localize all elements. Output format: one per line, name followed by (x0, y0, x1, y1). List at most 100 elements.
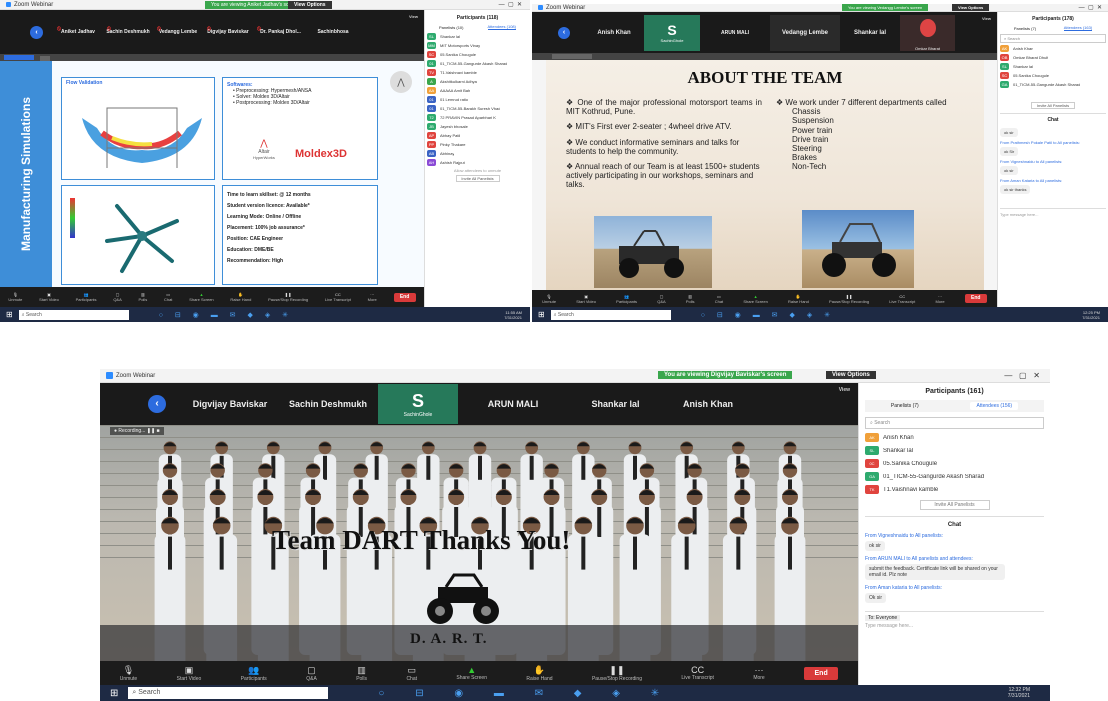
participant-row[interactable]: AK Anish Khan (865, 433, 1044, 442)
taskbar-apps[interactable]: ○ ⊟ ◉ ▬ ✉ ◆ ◈ ✳ (159, 311, 293, 319)
video-tile[interactable]: ARUN MALI (458, 399, 568, 409)
participant-row[interactable]: PP Pinky Thakare (427, 141, 528, 148)
participant-row[interactable]: GA 01_TICM-55-Gangurde Akash Sharad (1000, 81, 1106, 88)
end-button[interactable]: End (804, 666, 839, 680)
video-tile[interactable]: Anish Khan (584, 30, 644, 36)
tab-attendees[interactable]: Attendees (163) (1063, 25, 1093, 31)
participants-button[interactable]: 👥 Participants (241, 665, 267, 682)
invite-panelists-button[interactable]: Invite All Panelists (919, 500, 990, 510)
participant-row[interactable]: AK Anish Khan (1000, 45, 1106, 52)
participant-row[interactable]: 01 01_TICM-55-Gangurde Akash Sharad (427, 60, 528, 67)
tab-attendees[interactable]: Attendees (108) (487, 24, 516, 30)
video-tile[interactable]: ARUN MALI (700, 30, 770, 36)
tab-panelists[interactable]: Panelists (7) (891, 403, 919, 409)
window-controls[interactable]: — ▢ ✕ (499, 1, 522, 8)
share-screen-button[interactable]: ▲ Share Screen (189, 292, 213, 302)
polls-button[interactable]: ▥ Polls (686, 294, 695, 304)
video-tile[interactable]: Vedangg Lembe ⦸ (153, 26, 203, 35)
unmute-button[interactable]: 🎙 Unmute (8, 292, 22, 302)
participants-button[interactable]: 👥 Participants (76, 292, 97, 302)
share-screen-button[interactable]: ▲ Share Screen (456, 665, 487, 681)
participant-row[interactable]: SL Shankar lal (1000, 63, 1106, 70)
participant-row[interactable]: A Akshitkulkarni Adhya (427, 78, 528, 85)
tab-panelists[interactable]: Panelists (7) (1014, 26, 1036, 31)
invite-panelists-button[interactable]: Invite All Panelists (455, 175, 500, 182)
video-tile[interactable]: Aniket Jadhav ⦸ (53, 26, 103, 35)
tab-panelists[interactable]: Panelists (10) (439, 25, 463, 30)
chat-button[interactable]: ▭ Chat (164, 292, 172, 302)
polls-button[interactable]: ▥ Polls (139, 292, 148, 302)
share-screen-button[interactable]: ▲ Share Screen (743, 294, 767, 304)
windows-start-icon[interactable]: ⊞ (6, 310, 13, 319)
more-button[interactable]: ··· More (935, 294, 944, 304)
video-tile[interactable]: Sachin Deshmukh ⦸ (103, 26, 153, 35)
participant-row[interactable]: 01 01 Lemrud ratio (427, 96, 528, 103)
chat-button[interactable]: ▭ Chat (406, 665, 417, 682)
participant-row[interactable]: AB Abhinay (427, 150, 528, 157)
participant-row[interactable]: AP Abhay Patil (427, 132, 528, 139)
qa-button[interactable]: ▢ Q&A (657, 294, 665, 304)
windows-start-icon[interactable]: ⊞ (110, 688, 118, 699)
taskbar-search[interactable]: ⌕ Search (550, 309, 671, 320)
video-tile[interactable]: Digvijay Baviskar ⦸ (203, 26, 253, 35)
unmute-button[interactable]: 🎙 Unmute (542, 294, 556, 304)
raise-hand-button[interactable]: ✋ Raise Hand (526, 665, 552, 682)
window-controls[interactable]: — ▢ ✕ (1079, 4, 1102, 11)
view-options-button[interactable]: View Options (952, 4, 990, 11)
view-button[interactable]: View (839, 387, 850, 393)
back-nav-icon[interactable]: ‹ (148, 395, 166, 413)
video-tile[interactable]: Digvijay Baviskar (182, 399, 278, 409)
view-button[interactable]: View (409, 14, 418, 19)
pause-recording-button[interactable]: ❚❚ Pause/Stop Recording (829, 294, 869, 304)
windows-start-icon[interactable]: ⊞ (538, 310, 545, 319)
window-controls[interactable]: — ▢ ✕ (1004, 371, 1040, 380)
video-tile[interactable]: S SachinGhole (644, 14, 700, 51)
end-button[interactable]: End (964, 294, 987, 303)
live-transcript-button[interactable]: CC Live Transcript (681, 665, 714, 681)
participant-row[interactable]: TK T1.Vaishnavi kamble (865, 485, 1044, 494)
view-options-button[interactable]: View Options (826, 371, 876, 379)
participant-search[interactable]: ⌕ Search (865, 417, 1044, 429)
participant-row[interactable]: 72 72 PRAVIN Prasad Aparbhari K (427, 114, 528, 121)
chat-recipient[interactable]: To: Everyone (865, 615, 901, 621)
live-transcript-button[interactable]: CC Live Transcript (325, 292, 351, 302)
tab-attendees[interactable]: Attendees (156) (970, 402, 1019, 410)
participant-row[interactable]: SC 05.Sanika Chougule (1000, 72, 1106, 79)
participant-row[interactable]: 0C 05.Sanika Chougule (865, 459, 1044, 468)
taskbar-clock[interactable]: 12:32 PM 7/31/2021 (1008, 687, 1030, 699)
video-tile[interactable]: Dr. Pankaj Dhol... ⦸ (253, 26, 308, 35)
participant-row[interactable]: TV T1.Vaishnavi kamble (427, 69, 528, 76)
qa-button[interactable]: ▢ Q&A (306, 665, 317, 682)
participant-row[interactable]: SL Shankar lal (865, 446, 1044, 455)
pause-recording-button[interactable]: ❚❚ Pause/Stop Recording (268, 292, 308, 302)
participant-row[interactable]: SL Shankar lal (427, 33, 528, 40)
raise-hand-button[interactable]: ✋ Raise Hand (788, 294, 809, 304)
taskbar-apps[interactable]: ○ ⊟ ◉ ▬ ✉ ◆ ◈ ✳ (701, 311, 835, 319)
taskbar-apps[interactable]: ○ ⊟ ◉ ▬ ✉ ◆ ◈ ✳ (378, 688, 673, 699)
video-tile[interactable]: Shankar lal (840, 30, 900, 36)
participant-row[interactable]: MM MIT Motorsports Vinay (427, 42, 528, 49)
back-nav-icon[interactable]: ‹ (558, 26, 570, 39)
video-tile[interactable]: S SachinGhole (378, 384, 458, 424)
participant-row[interactable]: SC 05.Sanika Chougule (427, 51, 528, 58)
qa-button[interactable]: ▢ Q&A (113, 292, 121, 302)
back-nav-icon[interactable]: ‹ (30, 25, 43, 39)
start-video-button[interactable]: ▣ Start Video (576, 294, 596, 304)
taskbar-search[interactable]: ⌕ Search (18, 309, 129, 320)
chat-input[interactable]: Type message here... (865, 623, 1044, 629)
participant-row[interactable]: JB Jayesh bhosale (427, 123, 528, 130)
more-button[interactable]: ··· More (753, 665, 764, 681)
pause-recording-button[interactable]: ❚❚ Pause/Stop Recording (592, 665, 642, 682)
participant-row[interactable]: AA AAAAA Amit Bah (427, 87, 528, 94)
video-tile[interactable]: Sachin Deshmukh (278, 399, 378, 409)
start-video-button[interactable]: ▣ Start Video (39, 292, 59, 302)
participant-row[interactable]: 01 01_TICM-55-Barakh Suresh Vhad (427, 105, 528, 112)
live-transcript-button[interactable]: CC Live Transcript (889, 294, 915, 304)
video-tile[interactable]: Anish Khan (663, 399, 753, 409)
taskbar-clock[interactable]: 12:25 PM 7/31/2021 (1082, 310, 1100, 320)
participant-search[interactable]: ⌕ Search (1000, 34, 1106, 43)
more-button[interactable]: ··· More (368, 292, 377, 302)
unmute-button[interactable]: 🎙 Unmute (120, 665, 138, 682)
video-tile[interactable]: Vedangg Lembe (770, 14, 840, 51)
view-options-button[interactable]: View Options (288, 1, 332, 9)
